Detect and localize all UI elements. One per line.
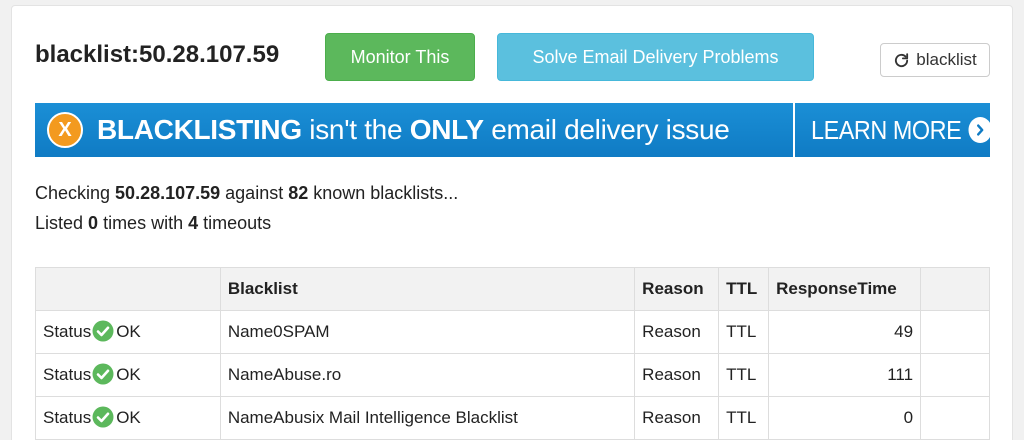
status-label: Status: [43, 364, 92, 384]
ttl-cell: TTL: [718, 310, 770, 354]
column-header-blacklist[interactable]: Blacklist: [219, 267, 636, 311]
ttl-cell: TTL: [718, 396, 770, 440]
column-header-extra: [920, 267, 990, 311]
check-circle-icon: [92, 406, 114, 428]
banner-headline-part3: ONLY: [409, 114, 484, 145]
summary-text: Checking: [35, 183, 116, 203]
status-cell: Status OK: [35, 396, 221, 440]
status-value: OK: [116, 321, 141, 341]
banner-headline-part1: BLACKLISTING: [97, 114, 302, 145]
solve-email-delivery-button[interactable]: Solve Email Delivery Problems: [497, 33, 814, 81]
extra-cell: [920, 396, 990, 440]
extra-cell: [920, 353, 990, 397]
banner-headline-part4: email delivery issue: [483, 114, 730, 145]
blacklist-name[interactable]: Name0SPAM: [219, 310, 636, 354]
blacklist-name[interactable]: NameAbusix Mail Intelligence Blacklist: [219, 396, 636, 440]
monitor-this-button[interactable]: Monitor This: [325, 33, 475, 81]
response-time-cell: 49: [768, 310, 922, 354]
reason-cell: Reason: [634, 310, 720, 354]
column-header-status: [35, 267, 221, 311]
table-row: Status OK Name0SPAM Reason TTL 49: [35, 310, 990, 354]
response-time-cell: 111: [768, 353, 922, 397]
summary-text: Listed: [35, 213, 89, 233]
summary-count: 82: [288, 183, 309, 203]
extra-cell: [920, 310, 990, 354]
listed-summary: Listed 0 times with 4 timeouts: [35, 212, 271, 234]
page-title: blacklist:50.28.107.59: [35, 41, 280, 68]
status-label: Status: [43, 321, 92, 341]
check-circle-icon: [92, 320, 114, 342]
listed-count: 0: [88, 213, 99, 233]
check-circle-icon: [92, 363, 114, 385]
learn-more-label: LEARN MORE: [811, 114, 962, 145]
timeout-count: 4: [188, 213, 199, 233]
summary-text: times with: [98, 213, 189, 233]
ttl-cell: TTL: [718, 353, 770, 397]
banner-headline: BLACKLISTING isn't the ONLY email delive…: [97, 114, 730, 146]
table-header-row: Blacklist Reason TTL ResponseTime: [35, 267, 990, 311]
reason-cell: Reason: [634, 396, 720, 440]
chevron-right-circle-icon: [968, 117, 992, 143]
refresh-blacklist-button[interactable]: blacklist: [880, 43, 990, 77]
status-label: Status: [43, 407, 92, 427]
status-cell: Status OK: [35, 353, 221, 397]
table-row: Status OK NameAbuse.ro Reason TTL 111: [35, 353, 990, 397]
status-value: OK: [116, 407, 141, 427]
x-circle-icon: X: [47, 112, 83, 148]
column-header-response-time[interactable]: ResponseTime: [768, 267, 922, 311]
learn-more-link[interactable]: LEARN MORE: [811, 103, 992, 157]
banner-divider: [793, 103, 795, 157]
summary-ip: 50.28.107.59: [115, 183, 221, 203]
summary-text: known blacklists...: [308, 183, 459, 203]
column-header-ttl[interactable]: TTL: [718, 267, 770, 311]
blacklisting-ad-banner[interactable]: X BLACKLISTING isn't the ONLY email deli…: [35, 103, 992, 157]
reason-cell: Reason: [634, 353, 720, 397]
column-header-reason[interactable]: Reason: [634, 267, 720, 311]
refresh-label: blacklist: [916, 50, 977, 69]
banner-headline-part2: isn't the: [301, 114, 410, 145]
response-time-cell: 0: [768, 396, 922, 440]
table-row: Status OK NameAbusix Mail Intelligence Bl…: [35, 396, 990, 440]
status-value: OK: [116, 364, 141, 384]
blacklist-results-table: Blacklist Reason TTL ResponseTime Status…: [35, 267, 990, 440]
summary-text: timeouts: [198, 213, 272, 233]
status-cell: Status OK: [35, 310, 221, 354]
refresh-icon: [895, 52, 909, 67]
checking-summary: Checking 50.28.107.59 against 82 known b…: [35, 182, 458, 204]
blacklist-name[interactable]: NameAbuse.ro: [219, 353, 636, 397]
summary-text: against: [220, 183, 289, 203]
